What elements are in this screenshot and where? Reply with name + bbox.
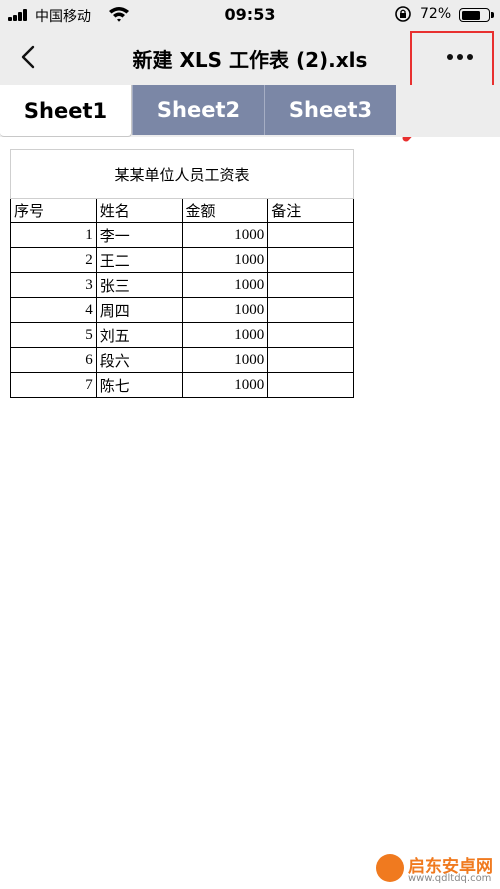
watermark: 启东安卓网 www.qdltdq.com	[376, 852, 496, 886]
status-bar: 中国移动 09:53 72%	[0, 0, 500, 30]
cell-amount[interactable]: 1000	[181, 222, 269, 248]
battery-cap	[491, 12, 494, 18]
cell-name[interactable]: 段六	[95, 347, 183, 373]
header-row: 序号 姓名 金额 备注	[10, 198, 354, 223]
cell-no[interactable]: 4	[10, 297, 97, 323]
cell-no[interactable]: 1	[10, 222, 97, 248]
watermark-url: www.qdltdq.com	[408, 873, 492, 884]
cell-amount[interactable]: 1000	[181, 372, 269, 398]
cell-name[interactable]: 陈七	[95, 372, 183, 398]
cell-note[interactable]	[267, 322, 354, 348]
cell-name[interactable]: 周四	[95, 297, 183, 323]
cell-name[interactable]: 张三	[95, 272, 183, 298]
cell-no[interactable]: 3	[10, 272, 97, 298]
cell-note[interactable]	[267, 222, 354, 248]
salary-table: 某某单位人员工资表 序号 姓名 金额 备注 1 李一 1000 2 王二 100…	[10, 149, 354, 398]
table-row: 2 王二 1000	[10, 247, 354, 273]
table-row: 7 陈七 1000	[10, 372, 354, 398]
tab-sheet2[interactable]: Sheet2	[132, 85, 264, 135]
tab-sheet3[interactable]: Sheet3	[264, 85, 396, 135]
highlight-box	[410, 31, 494, 88]
cell-name[interactable]: 李一	[95, 222, 183, 248]
cell-amount[interactable]: 1000	[181, 272, 269, 298]
column-header[interactable]: 姓名	[95, 198, 183, 223]
column-header[interactable]: 备注	[267, 198, 354, 223]
table-row: 6 段六 1000	[10, 347, 354, 373]
table-row: 5 刘五 1000	[10, 322, 354, 348]
cell-note[interactable]	[267, 297, 354, 323]
cell-note[interactable]	[267, 247, 354, 273]
tab-sheet1[interactable]: Sheet1	[0, 85, 132, 137]
sheet-title-cell[interactable]: 某某单位人员工资表	[10, 149, 354, 199]
cell-no[interactable]: 5	[10, 322, 97, 348]
cell-name[interactable]: 刘五	[95, 322, 183, 348]
table-row: 3 张三 1000	[10, 272, 354, 298]
column-header[interactable]: 金额	[181, 198, 269, 223]
cell-amount[interactable]: 1000	[181, 247, 269, 273]
column-header[interactable]: 序号	[10, 198, 97, 223]
cell-no[interactable]: 6	[10, 347, 97, 373]
watermark-logo-icon	[376, 854, 404, 882]
cell-amount[interactable]: 1000	[181, 347, 269, 373]
cell-note[interactable]	[267, 347, 354, 373]
rotation-lock-icon	[395, 6, 411, 22]
cell-name[interactable]: 王二	[95, 247, 183, 273]
battery-percent: 72%	[420, 6, 452, 22]
cell-amount[interactable]: 1000	[181, 297, 269, 323]
cell-amount[interactable]: 1000	[181, 322, 269, 348]
table-row: 4 周四 1000	[10, 297, 354, 323]
battery-icon	[459, 8, 490, 22]
table-row: 1 李一 1000	[10, 222, 354, 248]
cell-no[interactable]: 2	[10, 247, 97, 273]
sheet-tab-strip: Sheet1 Sheet2 Sheet3	[0, 85, 500, 137]
cell-no[interactable]: 7	[10, 372, 97, 398]
cell-note[interactable]	[267, 372, 354, 398]
cell-note[interactable]	[267, 272, 354, 298]
